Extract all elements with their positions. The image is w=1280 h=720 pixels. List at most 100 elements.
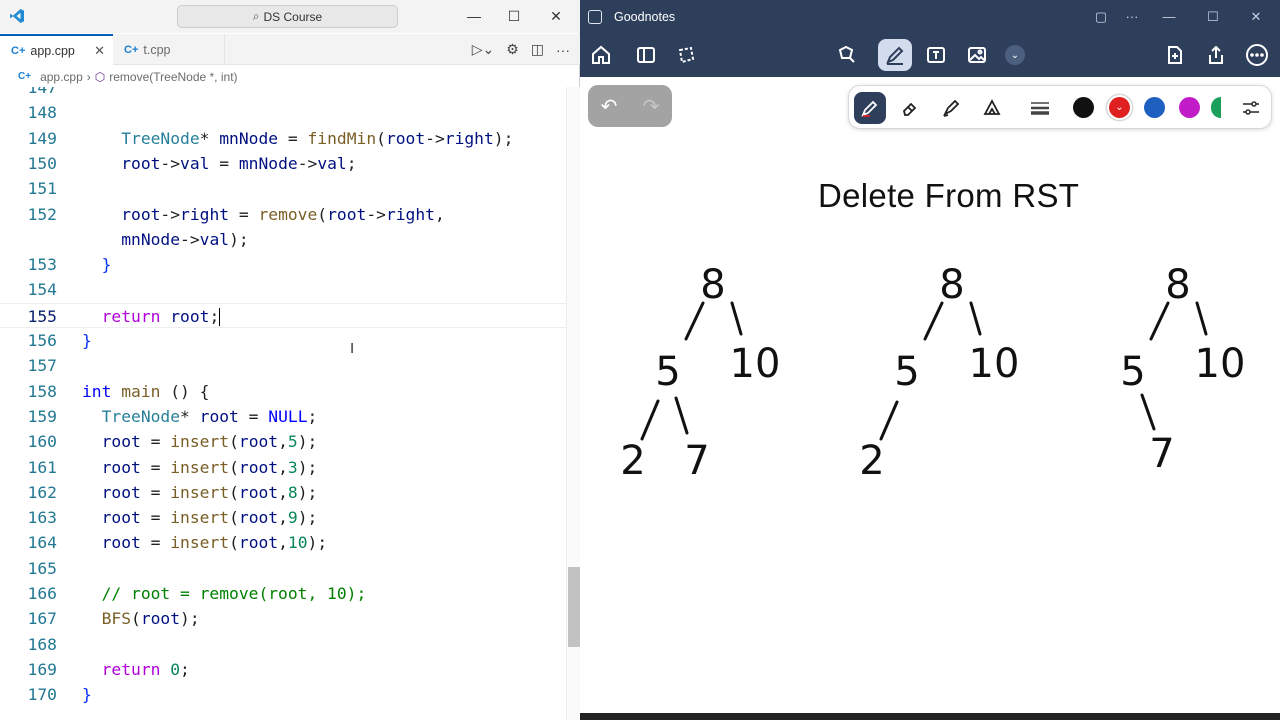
code-line[interactable]: 158 int main () { [0, 379, 566, 404]
code-line[interactable]: 161 root = insert(root,3); [0, 455, 566, 480]
minimize-button[interactable]: — [463, 6, 485, 26]
code-token: root [199, 406, 239, 426]
scrollbar-thumb[interactable] [568, 567, 580, 647]
line-number: 162 [27, 482, 57, 502]
code-line[interactable]: 163 root = insert(root,9); [0, 505, 566, 530]
code-token: ( [376, 128, 386, 148]
share-icon[interactable] [1199, 39, 1233, 71]
gear-icon[interactable]: ⚙ [506, 41, 519, 58]
split-editor-icon[interactable]: ◫ [531, 41, 544, 58]
code-token: } [82, 331, 92, 350]
chevron-down-icon[interactable]: ⌄ [1005, 45, 1025, 65]
editor-scrollbar[interactable] [566, 87, 580, 720]
add-page-icon[interactable] [1158, 39, 1192, 71]
code-token: -> [160, 153, 181, 173]
breadcrumb-symbol[interactable]: remove(TreeNode *, int) [109, 70, 237, 84]
code-line[interactable]: 160 root = insert(root,5); [0, 429, 566, 454]
code-line[interactable]: 168 [0, 632, 566, 657]
code-line[interactable]: 162 root = insert(root,8); [0, 480, 566, 505]
breadcrumb-file[interactable]: app.cpp [40, 70, 83, 84]
code-token: ; [307, 406, 318, 426]
code-line[interactable]: 155 return root; [0, 302, 566, 328]
code-line[interactable]: 147 [0, 87, 566, 100]
code-text: TreeNode* root = NULL; [82, 404, 318, 429]
code-line[interactable]: 148 [0, 100, 566, 125]
home-icon[interactable] [584, 39, 618, 71]
code-text: root = insert(root,8); [82, 480, 318, 505]
close-button[interactable]: ✕ [1241, 0, 1271, 33]
code-text: return 0; [82, 657, 190, 682]
editor-tab-bar: C+ app.cpp ✕ C+ t.cpp ▷⌄ ⚙ ◫ ··· [0, 34, 580, 65]
code-token: root [327, 204, 367, 224]
run-debug-icon[interactable]: ▷⌄ [472, 41, 495, 58]
code-token: mnNode [219, 128, 279, 148]
tab-app-cpp[interactable]: C+ app.cpp ✕ [0, 34, 113, 65]
shapes-icon[interactable] [830, 39, 864, 71]
tree-edge [674, 396, 689, 435]
code-line[interactable]: 151 [0, 176, 566, 201]
tree-edge [640, 399, 660, 441]
close-button[interactable]: ✕ [545, 6, 567, 26]
more-actions-icon[interactable]: ··· [556, 42, 570, 58]
lasso-icon[interactable] [669, 39, 703, 71]
tab-label: t.cpp [143, 42, 171, 57]
code-token: ( [229, 533, 239, 553]
code-token: -> [297, 153, 318, 173]
code-token: 10 [287, 533, 308, 553]
code-line[interactable]: 170} [0, 682, 566, 707]
more-icon[interactable]: ··· [1117, 0, 1147, 33]
line-number: 169 [27, 659, 57, 679]
code-token: NULL [268, 406, 308, 426]
code-line[interactable]: 157 [0, 353, 566, 378]
code-token: 3 [287, 457, 298, 477]
code-token: root [82, 204, 161, 224]
mouse-ibeam-icon: I [350, 340, 355, 357]
pen-icon[interactable] [878, 39, 912, 71]
code-token: = [140, 432, 171, 452]
line-number: 151 [27, 179, 57, 199]
breadcrumb: C+ app.cpp › ⬡ remove(TreeNode *, int) [0, 66, 580, 87]
code-line[interactable]: 150 root->val = mnNode->val; [0, 151, 566, 176]
code-line[interactable]: 159 TreeNode* root = NULL; [0, 404, 566, 429]
code-text: } [82, 682, 92, 707]
minimize-button[interactable]: — [1154, 0, 1184, 33]
code-line[interactable]: 165 [0, 556, 566, 581]
code-line[interactable]: 169 return 0; [0, 657, 566, 682]
code-token: ( [229, 432, 239, 452]
code-line[interactable]: 154 [0, 277, 566, 302]
code-token: right [385, 204, 435, 224]
code-text: root = insert(root,3); [82, 455, 318, 480]
code-line[interactable]: 153 } [0, 252, 566, 277]
vscode-window: ⌕ DS Course — ☐ ✕ C+ app.cpp ✕ C+ t.cpp … [0, 0, 580, 720]
note-canvas[interactable]: ↶ ↷ ⌄ Delete From RST 8 5 10 2 7 8 5 10 … [580, 77, 1280, 713]
code-editor[interactable]: 147 148 149 TreeNode* mnNode = findMin(roo… [0, 87, 566, 720]
code-line[interactable]: 156} [0, 328, 566, 353]
vscode-logo-icon [10, 9, 24, 23]
maximize-button[interactable]: ☐ [1198, 0, 1228, 33]
tree-leaf-node: 7 [1149, 431, 1174, 477]
code-token: TreeNode [82, 406, 181, 426]
maximize-button[interactable]: ☐ [503, 6, 525, 26]
code-token: int [82, 381, 112, 401]
sidebar-icon[interactable] [629, 39, 663, 71]
code-line[interactable]: 149 TreeNode* mnNode = findMin(root->rig… [0, 126, 566, 151]
code-token: , [278, 508, 288, 528]
tree-left-node: 5 [655, 349, 680, 395]
more-icon[interactable] [1240, 39, 1274, 71]
text-box-icon[interactable] [919, 39, 953, 71]
code-line[interactable]: 152 root->right = remove(root->right, [0, 202, 566, 227]
close-icon[interactable]: ✕ [94, 43, 105, 59]
command-center-search[interactable]: ⌕ DS Course [177, 5, 398, 28]
code-token: root [82, 153, 161, 173]
clipboard-icon[interactable]: ▢ [1086, 0, 1116, 33]
code-line[interactable]: 167 BFS(root); [0, 606, 566, 631]
code-line[interactable]: 164 root = insert(root,10); [0, 530, 566, 555]
code-line[interactable]: mnNode->val); [0, 227, 566, 252]
code-line[interactable]: 166 // root = remove(root, 10); [0, 581, 566, 606]
code-token: 5 [287, 432, 298, 452]
line-number: 160 [27, 432, 57, 452]
image-icon[interactable] [960, 39, 994, 71]
tab-t-cpp[interactable]: C+ t.cpp [113, 34, 225, 65]
tree-left-node: 5 [894, 349, 919, 395]
code-token: insert [170, 432, 230, 452]
